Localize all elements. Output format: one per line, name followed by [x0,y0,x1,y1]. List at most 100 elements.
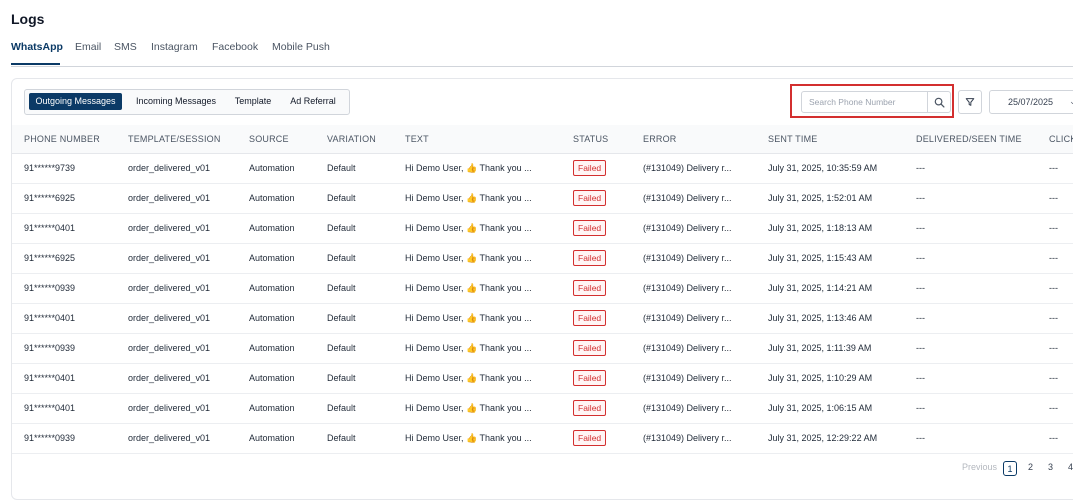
col-source: SOURCE [249,134,289,144]
cell-phone: 91******0939 [24,343,76,353]
cell-error: (#131049) Delivery r... [643,343,732,353]
cell-template: order_delivered_v01 [128,313,211,323]
pagination-page-4[interactable]: 4 [1068,462,1073,472]
table-row[interactable]: 91******0401 order_delivered_v01 Automat… [12,393,1073,424]
cell-sent-time: July 31, 2025, 12:29:22 AM [768,433,878,443]
cell-click: --- [1049,253,1058,263]
active-tab-indicator [11,63,60,65]
pagination-page-2[interactable]: 2 [1028,462,1033,472]
tab-whatsapp[interactable]: WhatsApp [11,41,63,53]
filter-button[interactable] [958,90,982,114]
cell-phone: 91******0401 [24,403,76,413]
table-row[interactable]: 91******0939 order_delivered_v01 Automat… [12,423,1073,454]
col-click: CLICK [1049,134,1073,144]
cell-text: Hi Demo User, 👍 Thank you ... [405,343,532,353]
table-row[interactable]: 91******0401 order_delivered_v01 Automat… [12,363,1073,394]
status-badge: Failed [573,430,607,446]
table-row[interactable]: 91******9739 order_delivered_v01 Automat… [12,153,1073,184]
cell-error: (#131049) Delivery r... [643,163,732,173]
cell-delivered-time: --- [916,223,925,233]
cell-phone: 91******6925 [24,193,76,203]
cell-delivered-time: --- [916,193,925,203]
cell-source: Automation [249,163,295,173]
cell-phone: 91******0939 [24,283,76,293]
cell-text: Hi Demo User, 👍 Thank you ... [405,223,532,233]
cell-text: Hi Demo User, 👍 Thank you ... [405,283,532,293]
cell-template: order_delivered_v01 [128,373,211,383]
status-badge: Failed [573,190,607,206]
status-badge: Failed [573,310,607,326]
table-row[interactable]: 91******6925 order_delivered_v01 Automat… [12,183,1073,214]
cell-source: Automation [249,373,295,383]
date-filter[interactable]: 25/07/2025 ⌄ [989,90,1073,114]
date-value: 25/07/2025 [1008,97,1054,107]
cell-click: --- [1049,373,1058,383]
status-badge: Failed [573,340,607,356]
cell-variation: Default [327,223,356,233]
cell-phone: 91******9739 [24,163,76,173]
cell-sent-time: July 31, 2025, 1:52:01 AM [768,193,873,203]
channel-tabs: WhatsApp Email SMS Instagram Facebook Mo… [11,40,1073,67]
cell-variation: Default [327,253,356,263]
cell-sent-time: July 31, 2025, 1:18:13 AM [768,223,873,233]
table-row[interactable]: 91******0401 order_delivered_v01 Automat… [12,213,1073,244]
cell-sent-time: July 31, 2025, 1:10:29 AM [768,373,873,383]
cell-template: order_delivered_v01 [128,163,211,173]
cell-text: Hi Demo User, 👍 Thank you ... [405,403,532,413]
status-badge: Failed [573,370,607,386]
cell-sent-time: July 31, 2025, 1:06:15 AM [768,403,873,413]
cell-error: (#131049) Delivery r... [643,193,732,203]
col-status: STATUS [573,134,609,144]
cell-click: --- [1049,403,1058,413]
cell-error: (#131049) Delivery r... [643,283,732,293]
status-badge: Failed [573,250,607,266]
cell-text: Hi Demo User, 👍 Thank you ... [405,253,532,263]
cell-delivered-time: --- [916,403,925,413]
cell-variation: Default [327,193,356,203]
tab-ad-referral[interactable]: Ad Referral [285,93,341,110]
cell-error: (#131049) Delivery r... [643,433,732,443]
cell-sent-time: July 31, 2025, 1:14:21 AM [768,283,873,293]
page-title: Logs [11,11,45,27]
filter-icon [965,98,975,106]
cell-text: Hi Demo User, 👍 Thank you ... [405,313,532,323]
cell-source: Automation [249,313,295,323]
cell-variation: Default [327,373,356,383]
tab-facebook[interactable]: Facebook [212,41,258,53]
cell-text: Hi Demo User, 👍 Thank you ... [405,163,532,173]
pagination-page-3[interactable]: 3 [1048,462,1053,472]
cell-delivered-time: --- [916,373,925,383]
cell-template: order_delivered_v01 [128,253,211,263]
tab-incoming-messages[interactable]: Incoming Messages [129,93,223,110]
cell-template: order_delivered_v01 [128,433,211,443]
pagination-previous[interactable]: Previous [962,462,997,472]
tab-outgoing-messages[interactable]: Outgoing Messages [29,93,122,110]
cell-source: Automation [249,223,295,233]
tab-email[interactable]: Email [75,41,101,53]
cell-variation: Default [327,313,356,323]
cell-template: order_delivered_v01 [128,193,211,203]
cell-sent-time: July 31, 2025, 1:15:43 AM [768,253,873,263]
table-row[interactable]: 91******0401 order_delivered_v01 Automat… [12,303,1073,334]
cell-template: order_delivered_v01 [128,403,211,413]
cell-error: (#131049) Delivery r... [643,253,732,263]
pagination-page-1[interactable]: 1 [1003,461,1017,476]
table-row[interactable]: 91******6925 order_delivered_v01 Automat… [12,243,1073,274]
tab-template[interactable]: Template [229,93,277,110]
cell-click: --- [1049,313,1058,323]
cell-template: order_delivered_v01 [128,283,211,293]
col-sent-time: SENT TIME [768,134,818,144]
table-row[interactable]: 91******0939 order_delivered_v01 Automat… [12,333,1073,364]
cell-delivered-time: --- [916,433,925,443]
status-badge: Failed [573,280,607,296]
cell-template: order_delivered_v01 [128,343,211,353]
cell-template: order_delivered_v01 [128,223,211,233]
tab-mobile-push[interactable]: Mobile Push [272,41,330,53]
table-row[interactable]: 91******0939 order_delivered_v01 Automat… [12,273,1073,304]
search-highlight-box [790,84,954,118]
col-template-session: TEMPLATE/SESSION [128,134,221,144]
tab-instagram[interactable]: Instagram [151,41,198,53]
cell-variation: Default [327,343,356,353]
cell-phone: 91******6925 [24,253,76,263]
tab-sms[interactable]: SMS [114,41,137,53]
